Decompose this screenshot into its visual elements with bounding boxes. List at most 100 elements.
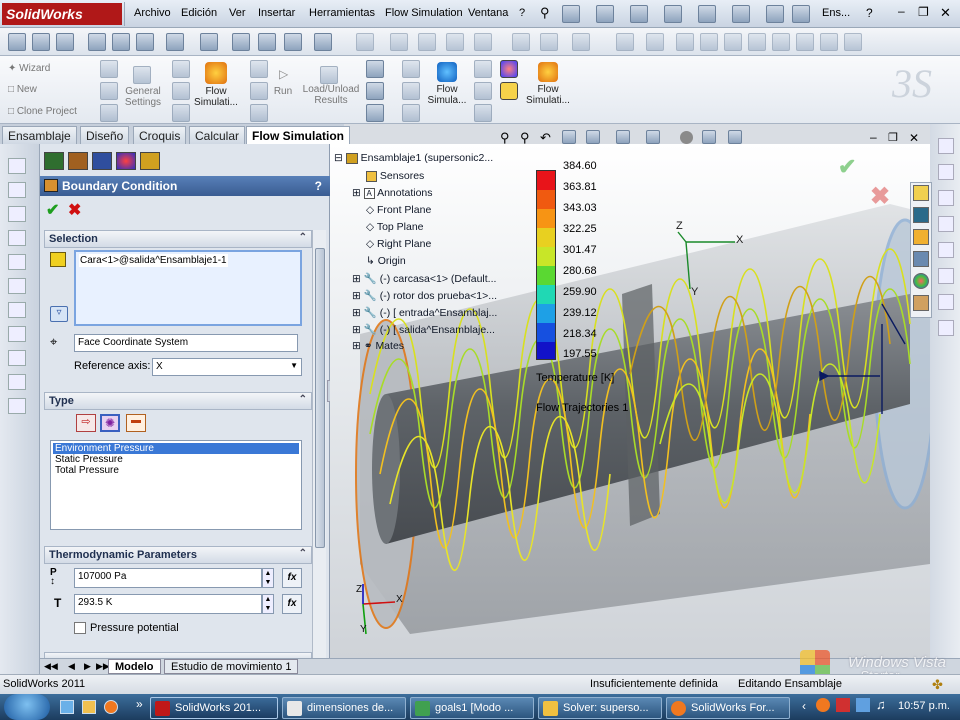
close-icon[interactable]: ✕ bbox=[940, 5, 951, 21]
strip-tool-icon[interactable] bbox=[8, 302, 26, 318]
strip-tool-icon[interactable] bbox=[8, 182, 26, 198]
sketch-icon[interactable] bbox=[356, 33, 374, 51]
report-icon[interactable] bbox=[474, 104, 492, 122]
rebuild-icon[interactable] bbox=[766, 5, 784, 23]
collapse-chevron-icon[interactable]: ⌃ bbox=[299, 394, 307, 405]
design-library-icon[interactable] bbox=[913, 207, 929, 223]
pm-scrollbar[interactable] bbox=[312, 230, 326, 658]
undo-icon[interactable] bbox=[698, 5, 716, 23]
hole-icon[interactable] bbox=[796, 33, 814, 51]
selection-list-box[interactable]: Cara<1>@salida^Ensamblaje1-1 bbox=[74, 250, 302, 326]
help-icon[interactable]: ? bbox=[866, 6, 873, 20]
taskbar-item-dimensiones[interactable]: dimensiones de... bbox=[282, 697, 406, 719]
pressure-field[interactable]: 107000 Pa bbox=[74, 568, 262, 588]
particle-study-icon[interactable] bbox=[402, 82, 420, 100]
monitor-icon[interactable] bbox=[250, 82, 268, 100]
confirm-ok-icon[interactable]: ✔ bbox=[838, 154, 856, 180]
feature-manager-tab-icon[interactable] bbox=[44, 152, 64, 170]
pressure-openings-icon[interactable]: ✺ bbox=[100, 414, 120, 432]
tree-item-top-plane[interactable]: ◇ Top Plane bbox=[366, 221, 424, 233]
start-button[interactable] bbox=[4, 694, 50, 720]
menu-edicion[interactable]: Edición bbox=[181, 7, 217, 19]
ok-check-icon[interactable]: ✔ bbox=[46, 200, 59, 220]
configuration-manager-tab-icon[interactable] bbox=[92, 152, 112, 170]
pressure-spinner[interactable]: ▲ ▼ bbox=[262, 568, 274, 588]
tab-modelo[interactable]: Modelo bbox=[108, 659, 161, 674]
tab-scroll-prev-icon[interactable]: ◀ bbox=[68, 661, 75, 672]
save-icon[interactable] bbox=[630, 5, 648, 23]
tree-item-front-plane[interactable]: ◇ Front Plane bbox=[366, 204, 431, 216]
selection-section-header[interactable]: Selection ⌃ bbox=[44, 230, 312, 248]
feature-icon[interactable] bbox=[616, 33, 634, 51]
strip-tool-icon[interactable] bbox=[8, 158, 26, 174]
zoom-fit-icon[interactable] bbox=[8, 33, 26, 51]
pattern-icon[interactable] bbox=[512, 33, 530, 51]
menu-archivo[interactable]: Archivo bbox=[134, 7, 171, 19]
strip-tool-icon[interactable] bbox=[8, 350, 26, 366]
viewport-minimize-icon[interactable]: – bbox=[870, 130, 877, 144]
tab-ensamblaje[interactable]: Ensamblaje bbox=[2, 126, 77, 144]
tree-item-carcasa[interactable]: ⊞ 🔧 (-) carcasa<1> (Default... bbox=[352, 272, 496, 285]
scene-icon[interactable] bbox=[232, 33, 250, 51]
taskbar-item-goals[interactable]: goals1 [Modo ... bbox=[410, 697, 534, 719]
flow-analysis-tree-tab-icon[interactable] bbox=[140, 152, 160, 170]
general-settings-icon[interactable] bbox=[133, 66, 151, 84]
viewport-restore-icon[interactable]: ❐ bbox=[888, 131, 898, 144]
solver-icon[interactable] bbox=[250, 104, 268, 122]
isosurface-icon[interactable] bbox=[366, 104, 384, 122]
scene-hud-icon[interactable] bbox=[702, 130, 716, 144]
appearances-icon[interactable] bbox=[913, 273, 929, 289]
appearance-hud-icon[interactable] bbox=[680, 131, 693, 144]
flow-simulation-button-2[interactable]: Flow Simula... bbox=[422, 84, 472, 106]
section-view-icon[interactable] bbox=[88, 33, 106, 51]
tray-firefox-icon[interactable] bbox=[816, 698, 830, 712]
home-icon[interactable] bbox=[913, 185, 929, 201]
pm-help-button[interactable]: ? bbox=[315, 179, 322, 193]
clone-project-button[interactable]: □ Clone Project bbox=[8, 106, 77, 117]
display-style-icon[interactable] bbox=[136, 33, 154, 51]
type-option-environment-pressure[interactable]: Environment Pressure bbox=[53, 443, 299, 454]
app-logo[interactable]: SolidWorks bbox=[2, 3, 122, 25]
mesh-icon[interactable] bbox=[100, 104, 118, 122]
view-orientation-icon[interactable] bbox=[112, 33, 130, 51]
firefox-icon[interactable] bbox=[104, 700, 118, 714]
flow-trajectories-icon[interactable] bbox=[402, 60, 420, 78]
mirror-icon[interactable] bbox=[474, 33, 492, 51]
source-icon[interactable] bbox=[172, 104, 190, 122]
tree-item-salida[interactable]: ⊞ 🔧 (-) [ salida^Ensamblaje... bbox=[352, 323, 495, 336]
show-desktop-icon[interactable] bbox=[60, 700, 74, 714]
restore-icon[interactable]: ❐ bbox=[918, 5, 929, 19]
pin-icon[interactable]: ⚲ bbox=[540, 5, 550, 21]
pressure-function-button[interactable]: fx bbox=[282, 568, 302, 588]
rib-icon[interactable] bbox=[772, 33, 790, 51]
tree-item-entrada[interactable]: ⊞ 🔧 (-) [ entrada^Ensamblaj... bbox=[352, 306, 497, 319]
type-option-static-pressure[interactable]: Static Pressure bbox=[53, 454, 299, 465]
tab-flow-simulation[interactable]: Flow Simulation bbox=[246, 126, 350, 144]
tab-scroll-next-icon[interactable]: ▶ bbox=[84, 661, 91, 672]
type-section-header[interactable]: Type ⌃ bbox=[44, 392, 312, 410]
run-button[interactable]: Run bbox=[272, 86, 294, 97]
taskbar-item-solidworks-forum[interactable]: SolidWorks For... bbox=[666, 697, 790, 719]
quick-launch-overflow-icon[interactable]: » bbox=[136, 697, 143, 711]
options-icon[interactable] bbox=[792, 5, 810, 23]
taskbar-item-solidworks[interactable]: SolidWorks 201... bbox=[150, 697, 278, 719]
menu-herramientas[interactable]: Herramientas bbox=[309, 7, 375, 19]
view-palette-icon[interactable] bbox=[913, 251, 929, 267]
open-icon[interactable] bbox=[596, 5, 614, 23]
results-icon[interactable] bbox=[437, 62, 457, 82]
dome-icon[interactable] bbox=[844, 33, 862, 51]
section-hud-icon[interactable] bbox=[562, 130, 576, 144]
viewport-close-icon[interactable]: ✕ bbox=[909, 131, 919, 145]
menu-flow-simulation[interactable]: Flow Simulation bbox=[385, 7, 463, 19]
general-settings-button[interactable]: General Settings bbox=[122, 86, 164, 108]
collapse-chevron-icon[interactable]: ⌃ bbox=[299, 232, 307, 243]
minimize-icon[interactable]: – bbox=[898, 4, 905, 18]
flow-tools-icon[interactable] bbox=[538, 62, 558, 82]
coordinate-system-field[interactable]: Face Coordinate System bbox=[74, 334, 298, 352]
batch-icon[interactable] bbox=[250, 60, 268, 78]
taskbar-clock[interactable]: 10:57 p.m. bbox=[898, 700, 950, 712]
flow-simulation-button-3[interactable]: Flow Simulati... bbox=[522, 84, 574, 106]
type-option-total-pressure[interactable]: Total Pressure bbox=[53, 465, 299, 476]
menu-insertar[interactable]: Insertar bbox=[258, 7, 295, 19]
tray-expand-icon[interactable]: ‹ bbox=[802, 699, 806, 713]
